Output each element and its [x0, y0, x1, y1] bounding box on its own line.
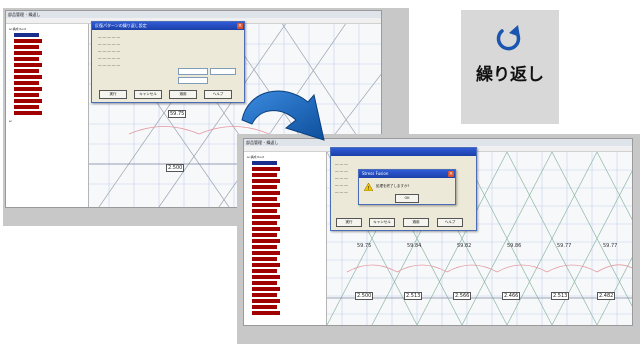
tree-item[interactable]	[14, 39, 43, 43]
tree-item[interactable]	[252, 191, 281, 195]
left-tree-panel: ⊟ 構成 Root ⊟	[6, 24, 89, 207]
close-icon[interactable]: ×	[237, 23, 243, 29]
dialog-cancel-button[interactable]: キャンセル	[369, 218, 395, 227]
alert-title: Stress Fusion	[359, 170, 455, 178]
measure-top-6: 59.77	[603, 243, 618, 249]
tree-item[interactable]	[252, 287, 281, 291]
tree-item[interactable]	[14, 93, 40, 97]
left-settings-dialog: 反復パターンの繰り返し設定 × ― ― ― ― ― ― ― ― ― ― ― ― …	[91, 21, 245, 103]
measure-bottom-2: 2.513	[404, 292, 423, 300]
tree-item[interactable]	[252, 245, 278, 249]
tree-item[interactable]	[252, 197, 278, 201]
tree-item[interactable]	[14, 105, 40, 109]
dialog-field[interactable]	[178, 68, 208, 75]
tree-item[interactable]	[252, 257, 278, 261]
left-measure-top: 59.75	[168, 110, 187, 118]
tree-item[interactable]	[252, 227, 281, 231]
dialog-static-text: ― ― ―	[335, 176, 348, 180]
repeat-command-tile[interactable]: 繰り返し	[461, 10, 559, 124]
tree-item[interactable]	[14, 63, 43, 67]
measure-top-1: 59.75	[357, 243, 372, 249]
dialog-static-text: ― ― ― ― ―	[98, 49, 120, 53]
tree-item[interactable]	[14, 57, 40, 61]
measure-bottom-1: 2.500	[355, 292, 374, 300]
measure-bottom-3: 2.566	[453, 292, 472, 300]
measure-bottom-6: 2.482	[597, 292, 616, 300]
tree-item[interactable]	[14, 75, 43, 79]
tree-item[interactable]	[14, 33, 40, 37]
dialog-static-text: ― ― ― ― ―	[98, 56, 120, 60]
right-tree-panel: ⊟ 構成 Root	[244, 152, 327, 325]
dialog-static-text: ― ― ―	[335, 190, 348, 194]
measure-top-4: 59.86	[507, 243, 522, 249]
tree-item[interactable]	[252, 173, 278, 177]
confirm-alert-dialog: Stress Fusion × ! 処理を終了しますか? OK	[358, 169, 456, 205]
dialog-apply-button[interactable]: 適用	[403, 218, 429, 227]
dialog-static-text: ― ― ― ― ―	[98, 42, 120, 46]
tree-item[interactable]: ⊟	[9, 119, 21, 123]
measure-bottom-5: 2.513	[551, 292, 570, 300]
svg-text:!: !	[367, 186, 369, 191]
tree-item[interactable]	[14, 45, 40, 49]
tree-item[interactable]	[14, 99, 43, 103]
page: { "icon": { "label": "繰り返し", "glyph": "r…	[0, 0, 640, 346]
tree-item[interactable]	[252, 299, 281, 303]
dialog-run-button[interactable]: 実行	[99, 90, 127, 99]
tree-item[interactable]	[252, 185, 278, 189]
tree-item[interactable]	[252, 239, 281, 243]
tree-item[interactable]	[14, 111, 43, 115]
close-icon[interactable]: ×	[448, 171, 454, 177]
dialog-cancel-button[interactable]: キャンセル	[134, 90, 162, 99]
tree-item[interactable]	[252, 311, 281, 315]
tree-item[interactable]	[252, 251, 281, 255]
repeat-command-label: 繰り返し	[476, 65, 544, 85]
tree-item[interactable]	[252, 221, 278, 225]
measure-top-3: 59.82	[457, 243, 472, 249]
warning-icon: !	[364, 183, 373, 191]
transition-arrow	[241, 90, 325, 141]
dialog-static-text: ― ― ― ― ―	[98, 63, 120, 67]
tree-item[interactable]	[252, 233, 278, 237]
alert-message: 処理を終了しますか?	[376, 184, 410, 188]
tree-item[interactable]	[252, 203, 281, 207]
dialog-static-text: ― ― ― ― ―	[98, 35, 120, 39]
tree-item[interactable]	[252, 179, 281, 183]
left-window-title: 部品管理 ･ 繰返し	[6, 11, 381, 18]
left-dialog-title: 反復パターンの繰り返し設定	[92, 22, 244, 30]
dialog-help-button[interactable]: ヘルプ	[204, 90, 232, 99]
measure-bottom-4: 2.466	[502, 292, 521, 300]
dialog-run-button[interactable]: 実行	[336, 218, 362, 227]
dialog-apply-button[interactable]: 適用	[169, 90, 197, 99]
measure-top-2: 59.84	[407, 243, 422, 249]
tree-item[interactable]	[252, 269, 278, 273]
left-measure-bottom: 2.500	[166, 164, 185, 172]
tree-item[interactable]	[252, 209, 278, 213]
measure-top-5: 59.77	[557, 243, 572, 249]
rotate-clockwise-icon	[496, 25, 521, 51]
tree-item[interactable]	[14, 87, 43, 91]
dialog-field[interactable]	[210, 68, 236, 75]
alert-ok-button[interactable]: OK	[395, 194, 419, 203]
tree-item[interactable]: ⊟ 構成 Root	[9, 27, 26, 31]
tree-item[interactable]	[252, 281, 278, 285]
tree-item[interactable]	[252, 263, 281, 267]
tree-item[interactable]	[252, 293, 278, 297]
tree-item[interactable]	[252, 275, 281, 279]
dialog-help-button[interactable]: ヘルプ	[437, 218, 463, 227]
tree-item[interactable]	[14, 81, 40, 85]
tree-item[interactable]	[252, 215, 281, 219]
dialog-static-text: ― ― ―	[335, 183, 348, 187]
dialog-field[interactable]	[178, 77, 208, 84]
tree-item[interactable]	[14, 51, 43, 55]
tree-item[interactable]	[252, 305, 278, 309]
tree-item[interactable]	[14, 69, 40, 73]
